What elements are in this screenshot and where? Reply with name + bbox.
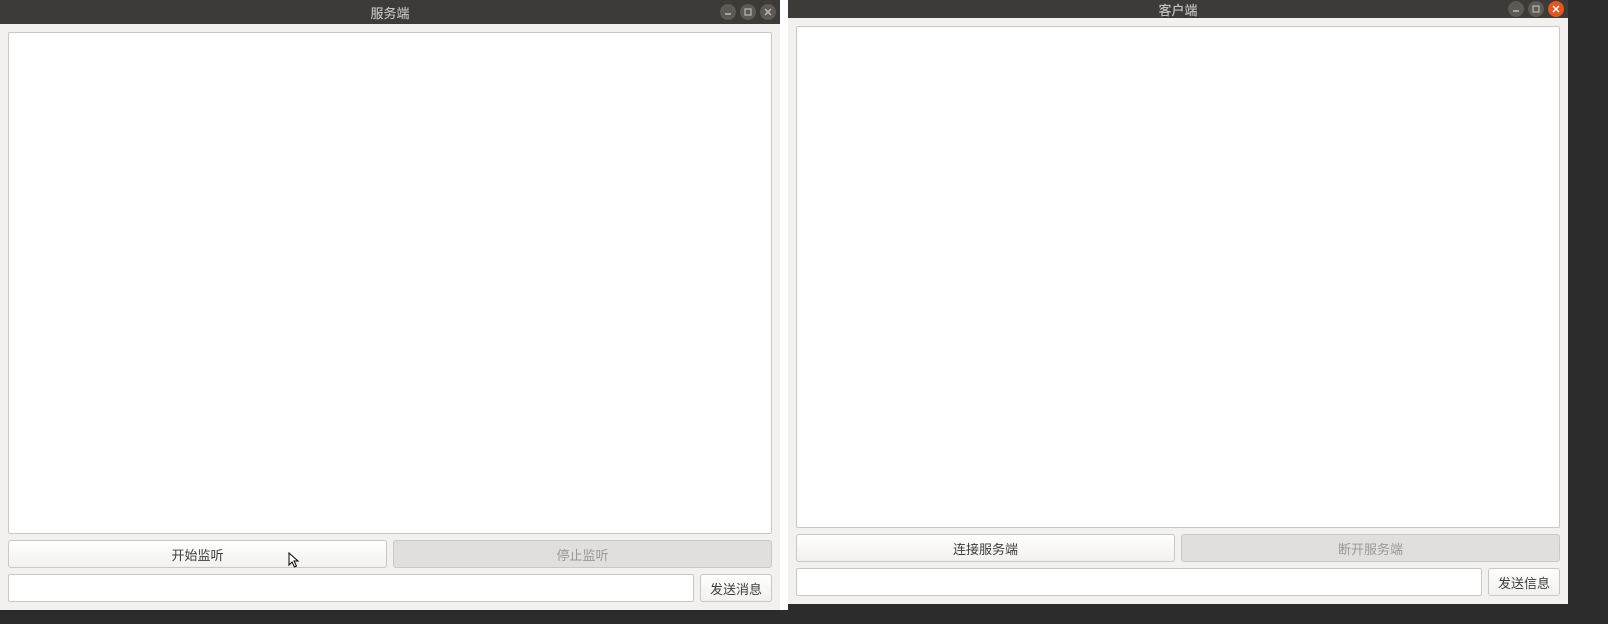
server-message-input[interactable] bbox=[8, 574, 694, 602]
server-log-textarea[interactable] bbox=[8, 32, 772, 534]
maximize-icon[interactable] bbox=[1528, 1, 1544, 17]
client-window: 客户端 连接服务端 断开服务端 发送信息 bbox=[788, 0, 1568, 604]
client-log-textarea[interactable] bbox=[796, 26, 1560, 528]
server-content: 开始监听 停止监听 发送消息 bbox=[0, 24, 780, 610]
client-input-row: 发送信息 bbox=[796, 568, 1560, 596]
server-button-row: 开始监听 停止监听 bbox=[8, 540, 772, 568]
client-content: 连接服务端 断开服务端 发送信息 bbox=[788, 18, 1568, 604]
client-button-row: 连接服务端 断开服务端 bbox=[796, 534, 1560, 562]
client-send-button[interactable]: 发送信息 bbox=[1488, 568, 1560, 596]
client-message-input[interactable] bbox=[796, 568, 1482, 596]
minimize-icon[interactable] bbox=[720, 4, 736, 20]
disconnect-button[interactable]: 断开服务端 bbox=[1181, 534, 1560, 562]
server-window-title: 服务端 bbox=[370, 3, 409, 22]
stop-listen-button[interactable]: 停止监听 bbox=[393, 540, 772, 568]
start-listen-button[interactable]: 开始监听 bbox=[8, 540, 387, 568]
server-titlebar: 服务端 bbox=[0, 0, 780, 24]
close-icon[interactable] bbox=[760, 4, 776, 20]
close-icon[interactable] bbox=[1548, 1, 1564, 17]
maximize-icon[interactable] bbox=[740, 4, 756, 20]
server-input-row: 发送消息 bbox=[8, 574, 772, 602]
connect-button[interactable]: 连接服务端 bbox=[796, 534, 1175, 562]
server-window-controls bbox=[720, 4, 776, 20]
server-send-button[interactable]: 发送消息 bbox=[700, 574, 772, 602]
minimize-icon[interactable] bbox=[1508, 1, 1524, 17]
server-window: 服务端 开始监听 停止监听 发送消息 bbox=[0, 0, 780, 610]
client-titlebar: 客户端 bbox=[788, 0, 1568, 18]
background-editor-sliver bbox=[780, 0, 788, 610]
client-window-title: 客户端 bbox=[1158, 0, 1197, 19]
client-window-controls bbox=[1508, 1, 1564, 17]
